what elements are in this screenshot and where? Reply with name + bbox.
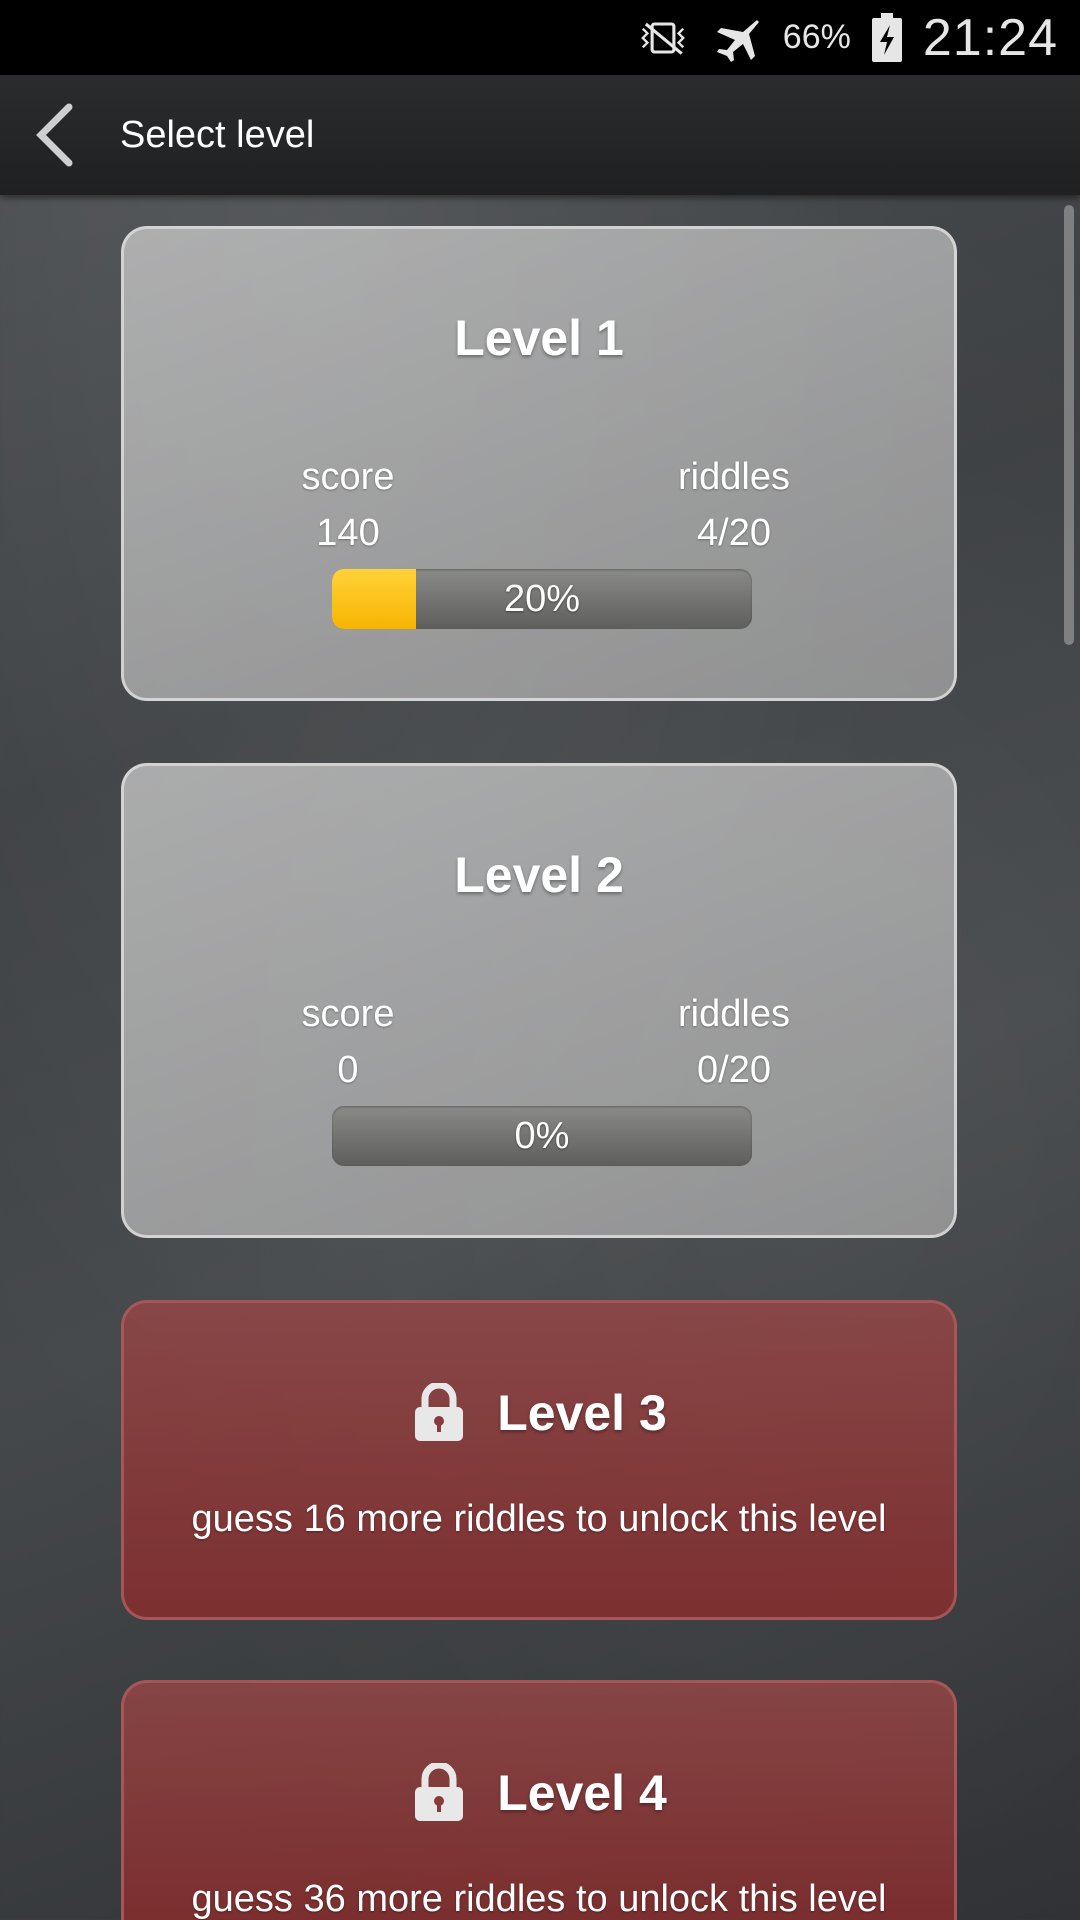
score-label: score [301, 456, 395, 498]
battery-percentage: 66% [782, 18, 851, 56]
locked-header: Level 3 [124, 1383, 954, 1443]
lock-icon [415, 1763, 464, 1821]
scrollbar[interactable] [1064, 205, 1074, 645]
lock-icon [415, 1383, 464, 1441]
level-card-4-locked[interactable]: Level 4 guess 36 more riddles to unlock … [121, 1680, 957, 1920]
progress-bar: 0% [332, 1106, 752, 1166]
level-title: Level 2 [454, 847, 624, 903]
score-stat: score 140 [198, 449, 498, 561]
level-title: Level 4 [497, 1765, 667, 1821]
level-card-1[interactable]: Level 1 score 140 riddles 4/20 20% [121, 226, 957, 701]
locked-header: Level 4 [124, 1763, 954, 1823]
app-bar: Select level [0, 75, 1080, 195]
score-stat: score 0 [198, 986, 498, 1098]
level-card-2[interactable]: Level 2 score 0 riddles 0/20 0% [121, 763, 957, 1238]
battery-charging-icon [869, 10, 905, 66]
level-title: Level 1 [454, 310, 624, 366]
back-button[interactable] [0, 75, 110, 195]
riddles-label: riddles [678, 993, 790, 1035]
unlock-message: guess 16 more riddles to unlock this lev… [191, 1498, 887, 1540]
level-card-3-locked[interactable]: Level 3 guess 16 more riddles to unlock … [121, 1300, 957, 1620]
status-bar: 66% 21:24 [0, 0, 1080, 75]
score-label: score [301, 993, 395, 1035]
riddles-value: 0/20 [697, 1049, 771, 1091]
page-title: Select level [120, 113, 315, 156]
score-value: 0 [337, 1049, 359, 1091]
progress-bar: 20% [332, 569, 752, 629]
unlock-message: guess 36 more riddles to unlock this lev… [191, 1878, 887, 1920]
progress-text: 0% [514, 1115, 570, 1157]
airplane-icon [709, 10, 765, 66]
riddles-stat: riddles 4/20 [584, 449, 884, 561]
chevron-left-icon [36, 103, 73, 167]
riddles-stat: riddles 0/20 [584, 986, 884, 1098]
progress-text: 20% [503, 578, 581, 620]
riddles-value: 4/20 [697, 512, 771, 554]
clock: 21:24 [922, 8, 1058, 67]
level-title: Level 3 [497, 1385, 667, 1441]
riddles-label: riddles [678, 456, 790, 498]
vibrate-mute-icon [635, 10, 691, 66]
score-value: 140 [316, 512, 380, 554]
